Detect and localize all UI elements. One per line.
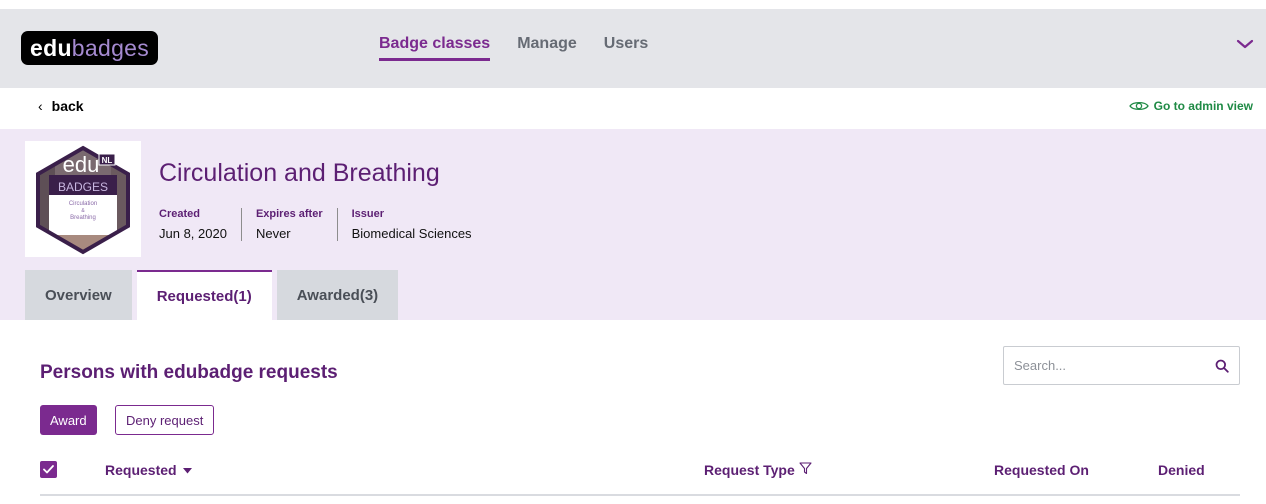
column-denied[interactable]: Denied — [1158, 462, 1205, 478]
admin-view-link[interactable]: Go to admin view — [1128, 99, 1253, 113]
column-request-type[interactable]: Request Type — [704, 462, 812, 478]
chevron-down-icon[interactable] — [1236, 37, 1254, 51]
tab-requested[interactable]: Requested(1) — [136, 270, 272, 320]
tab-awarded[interactable]: Awarded(3) — [276, 270, 399, 320]
nav-manage[interactable]: Manage — [517, 35, 577, 61]
svg-text:Circulation: Circulation — [69, 201, 97, 207]
badge-tabs: Overview Requested(1) Awarded(3) — [25, 270, 403, 320]
svg-text:Breathing: Breathing — [70, 215, 96, 221]
column-requested[interactable]: Requested — [105, 462, 193, 478]
tab-overview[interactable]: Overview — [25, 270, 132, 320]
chevron-left-icon: ‹ — [38, 98, 43, 114]
back-bar: ‹ back Go to admin view — [0, 88, 1266, 129]
nav-users[interactable]: Users — [604, 35, 648, 61]
search-icon[interactable] — [1215, 359, 1229, 373]
select-all-checkbox[interactable] — [40, 461, 57, 478]
badge-meta: Created Jun 8, 2020 Expires after Never … — [159, 208, 500, 241]
svg-text:BADGES: BADGES — [58, 180, 108, 194]
badge-title: Circulation and Breathing — [159, 159, 440, 187]
main-nav: Badge classes Manage Users — [379, 35, 675, 61]
check-icon — [43, 465, 54, 474]
meta-created: Created Jun 8, 2020 — [159, 208, 242, 241]
column-requested-on[interactable]: Requested On — [994, 462, 1089, 478]
admin-view-label: Go to admin view — [1153, 99, 1253, 113]
search-box — [1003, 346, 1240, 385]
badge-image: edu NL BADGES Circulation & Breathing — [25, 141, 141, 257]
filter-icon[interactable] — [799, 462, 812, 475]
award-button[interactable]: Award — [40, 405, 97, 435]
nav-badge-classes[interactable]: Badge classes — [379, 35, 491, 61]
meta-expires: Expires after Never — [256, 208, 338, 241]
table-header: Requested Request Type Requested On Deni… — [40, 458, 1240, 496]
meta-issuer: Issuer Biomedical Sciences — [351, 208, 472, 241]
deny-request-button[interactable]: Deny request — [115, 405, 215, 435]
svg-text:edu: edu — [63, 152, 100, 177]
back-link[interactable]: ‹ back — [38, 98, 84, 114]
svg-text:NL: NL — [102, 156, 113, 165]
edubadges-logo[interactable]: edu badges — [21, 31, 159, 65]
section-title: Persons with edubadge requests — [40, 362, 338, 383]
sort-caret-icon — [183, 468, 193, 474]
top-navbar: edu badges Badge classes Manage Users — [0, 9, 1266, 88]
back-label: back — [51, 98, 84, 114]
search-input[interactable] — [1004, 347, 1194, 384]
badge-header: edu NL BADGES Circulation & Breathing Ci… — [0, 129, 1266, 320]
eye-icon — [1128, 101, 1149, 111]
